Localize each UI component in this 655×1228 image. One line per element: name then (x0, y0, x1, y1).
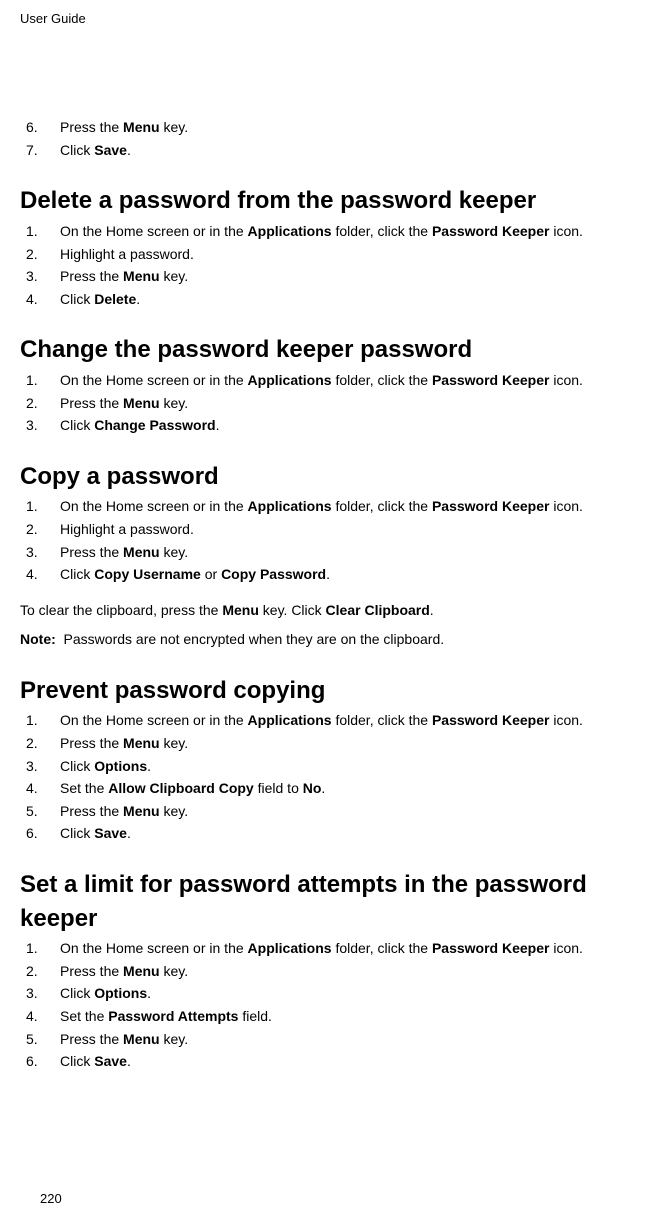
list-item: 7.Click Save. (20, 141, 635, 161)
step-list: 1.On the Home screen or in the Applicati… (20, 939, 635, 1072)
list-item: 1.On the Home screen or in the Applicati… (20, 222, 635, 242)
step-text: On the Home screen or in the Application… (60, 497, 583, 517)
step-text: Click Save. (60, 824, 131, 844)
step-number: 6. (20, 1052, 60, 1072)
list-item: 1.On the Home screen or in the Applicati… (20, 497, 635, 517)
step-number: 3. (20, 757, 60, 777)
step-number: 2. (20, 520, 60, 540)
step-text: Press the Menu key. (60, 734, 188, 754)
step-number: 1. (20, 371, 60, 391)
step-text: Highlight a password. (60, 245, 194, 265)
paragraph: Note: Passwords are not encrypted when t… (20, 630, 635, 650)
step-number: 2. (20, 394, 60, 414)
list-item: 2.Press the Menu key. (20, 734, 635, 754)
step-text: Click Change Password. (60, 416, 220, 436)
step-text: Click Delete. (60, 290, 140, 310)
step-number: 3. (20, 416, 60, 436)
section-heading: Prevent password copying (20, 674, 635, 708)
list-item: 2.Highlight a password. (20, 245, 635, 265)
list-item: 1.On the Home screen or in the Applicati… (20, 371, 635, 391)
step-text: Press the Menu key. (60, 267, 188, 287)
step-text: On the Home screen or in the Application… (60, 222, 583, 242)
step-number: 2. (20, 245, 60, 265)
step-list: 1.On the Home screen or in the Applicati… (20, 371, 635, 436)
doc-header: User Guide (20, 10, 635, 28)
list-item: 6.Press the Menu key. (20, 118, 635, 138)
step-number: 5. (20, 1030, 60, 1050)
initial-step-list: 6.Press the Menu key.7.Click Save. (20, 118, 635, 160)
step-text: Set the Allow Clipboard Copy field to No… (60, 779, 325, 799)
step-number: 7. (20, 141, 60, 161)
step-number: 3. (20, 543, 60, 563)
list-item: 5.Press the Menu key. (20, 1030, 635, 1050)
list-item: 3.Press the Menu key. (20, 543, 635, 563)
step-list: 1.On the Home screen or in the Applicati… (20, 711, 635, 844)
step-number: 1. (20, 711, 60, 731)
step-text: Click Options. (60, 984, 151, 1004)
step-text: On the Home screen or in the Application… (60, 939, 583, 959)
step-number: 6. (20, 824, 60, 844)
list-item: 3.Click Change Password. (20, 416, 635, 436)
step-number: 4. (20, 290, 60, 310)
step-text: Press the Menu key. (60, 543, 188, 563)
step-list: 1.On the Home screen or in the Applicati… (20, 222, 635, 309)
list-item: 4.Click Copy Username or Copy Password. (20, 565, 635, 585)
section-heading: Change the password keeper password (20, 333, 635, 367)
paragraph: To clear the clipboard, press the Menu k… (20, 601, 635, 621)
step-text: Click Options. (60, 757, 151, 777)
step-number: 1. (20, 497, 60, 517)
list-item: 5.Press the Menu key. (20, 802, 635, 822)
step-number: 4. (20, 779, 60, 799)
step-number: 1. (20, 939, 60, 959)
step-text: On the Home screen or in the Application… (60, 371, 583, 391)
list-item: 2.Press the Menu key. (20, 394, 635, 414)
list-item: 3.Click Options. (20, 757, 635, 777)
step-number: 1. (20, 222, 60, 242)
step-text: Set the Password Attempts field. (60, 1007, 272, 1027)
step-number: 2. (20, 734, 60, 754)
list-item: 2.Press the Menu key. (20, 962, 635, 982)
step-number: 3. (20, 984, 60, 1004)
list-item: 6.Click Save. (20, 824, 635, 844)
step-number: 4. (20, 1007, 60, 1027)
step-text: Press the Menu key. (60, 1030, 188, 1050)
list-item: 3.Press the Menu key. (20, 267, 635, 287)
step-text: Click Copy Username or Copy Password. (60, 565, 330, 585)
list-item: 2.Highlight a password. (20, 520, 635, 540)
step-text: Highlight a password. (60, 520, 194, 540)
step-number: 2. (20, 962, 60, 982)
list-item: 1.On the Home screen or in the Applicati… (20, 711, 635, 731)
list-item: 6.Click Save. (20, 1052, 635, 1072)
step-text: Press the Menu key. (60, 394, 188, 414)
section-heading: Copy a password (20, 460, 635, 494)
step-text: Press the Menu key. (60, 962, 188, 982)
step-text: Press the Menu key. (60, 118, 188, 138)
list-item: 4.Click Delete. (20, 290, 635, 310)
step-number: 6. (20, 118, 60, 138)
step-text: Press the Menu key. (60, 802, 188, 822)
step-text: Click Save. (60, 141, 131, 161)
list-item: 4.Set the Password Attempts field. (20, 1007, 635, 1027)
section-heading: Delete a password from the password keep… (20, 184, 635, 218)
step-text: On the Home screen or in the Application… (60, 711, 583, 731)
page-number: 220 (40, 1190, 62, 1208)
list-item: 4.Set the Allow Clipboard Copy field to … (20, 779, 635, 799)
step-text: Click Save. (60, 1052, 131, 1072)
list-item: 1.On the Home screen or in the Applicati… (20, 939, 635, 959)
list-item: 3.Click Options. (20, 984, 635, 1004)
step-number: 3. (20, 267, 60, 287)
step-list: 1.On the Home screen or in the Applicati… (20, 497, 635, 584)
section-heading: Set a limit for password attempts in the… (20, 868, 635, 935)
step-number: 5. (20, 802, 60, 822)
step-number: 4. (20, 565, 60, 585)
